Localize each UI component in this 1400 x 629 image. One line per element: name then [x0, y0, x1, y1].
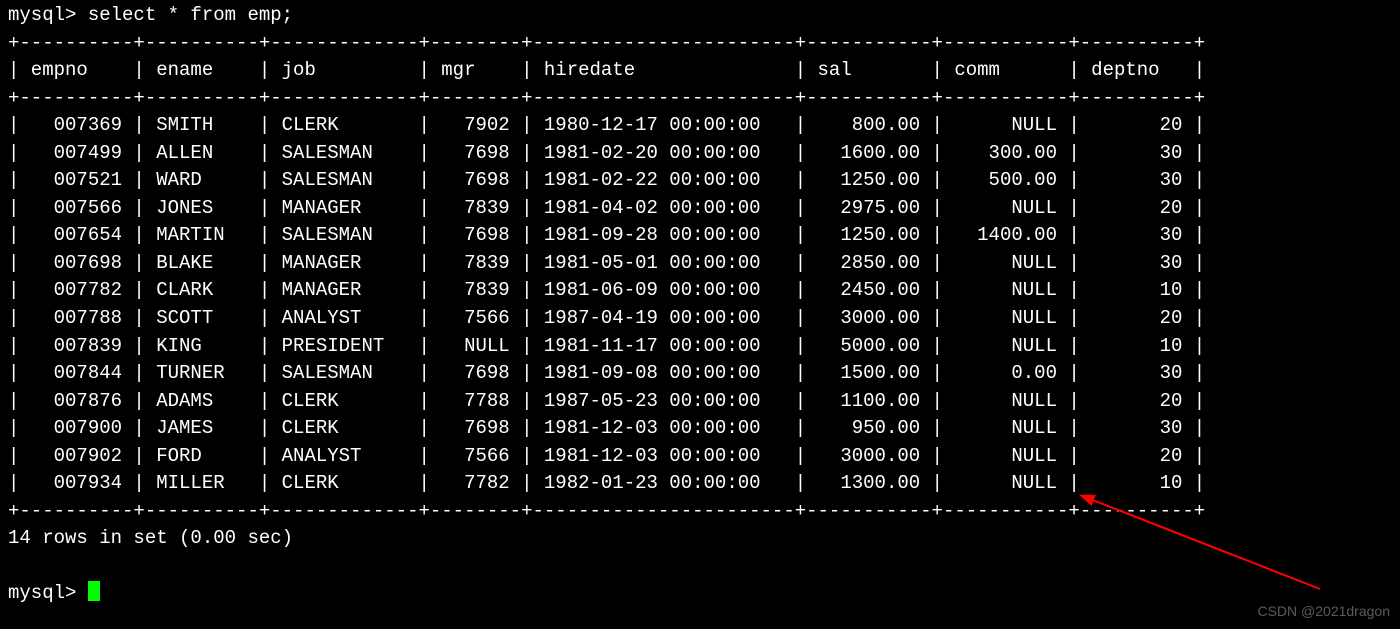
- cursor-block: [88, 581, 100, 601]
- terminal-output[interactable]: mysql> select * from emp; +----------+--…: [0, 0, 1400, 610]
- watermark-text: CSDN @2021dragon: [1257, 601, 1390, 621]
